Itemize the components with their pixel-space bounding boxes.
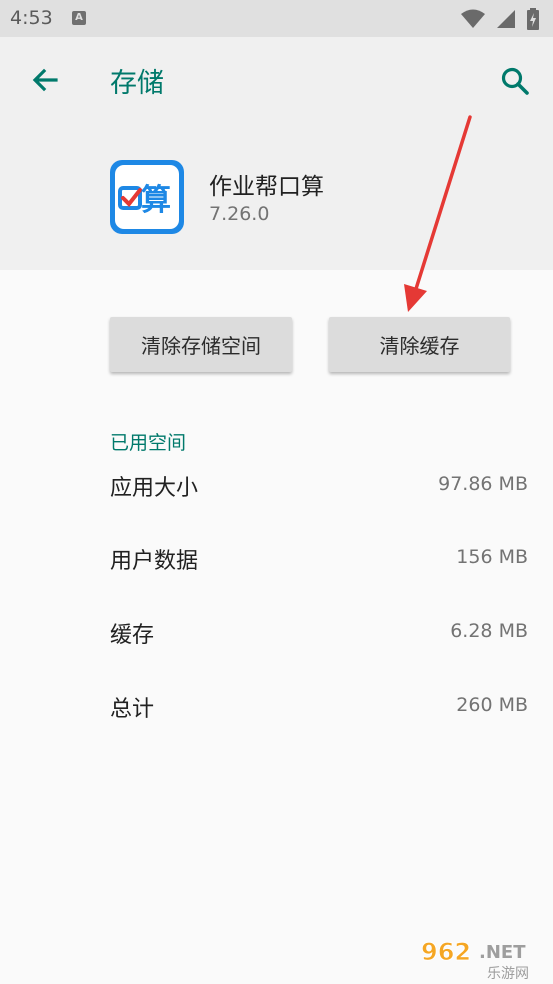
svg-text:.NET: .NET xyxy=(479,942,526,963)
app-header: 存储 算 作业帮口算 7.26.0 xyxy=(0,37,553,270)
row-label: 用户数据 xyxy=(110,549,199,574)
search-button[interactable] xyxy=(497,63,533,99)
row-value: 156 MB xyxy=(456,546,528,568)
notification-badge-icon: A xyxy=(72,11,86,25)
storage-row-cache: 缓存 6.28 MB xyxy=(110,617,528,657)
svg-text:962: 962 xyxy=(421,938,471,966)
row-label: 缓存 xyxy=(110,623,155,648)
status-time: 4:53 xyxy=(10,7,53,29)
row-label: 应用大小 xyxy=(110,476,199,501)
status-icons xyxy=(455,8,539,30)
app-icon: 算 xyxy=(110,160,184,234)
app-logo-icon: 算 xyxy=(118,183,171,218)
row-value: 260 MB xyxy=(456,694,528,716)
svg-text:乐游网: 乐游网 xyxy=(487,966,529,980)
storage-row-total: 总计 260 MB xyxy=(110,691,528,731)
app-name: 作业帮口算 xyxy=(209,174,324,200)
signal-icon xyxy=(496,10,515,28)
search-icon xyxy=(501,67,529,95)
status-bar: 4:53 A xyxy=(0,0,553,37)
row-value: 6.28 MB xyxy=(450,620,528,642)
page-title: 存储 xyxy=(110,68,164,99)
battery-charging-icon xyxy=(527,8,539,30)
clear-cache-button[interactable]: 清除缓存 xyxy=(329,317,510,372)
wifi-icon xyxy=(460,9,485,28)
back-button[interactable] xyxy=(26,63,62,99)
storage-row-user-data: 用户数据 156 MB xyxy=(110,543,528,583)
svg-text:算: 算 xyxy=(141,183,171,218)
section-title-used-space: 已用空间 xyxy=(110,432,187,454)
watermark-icon: 962 .NET 乐游网 xyxy=(421,938,529,982)
row-label: 总计 xyxy=(110,697,155,722)
arrow-left-icon xyxy=(32,68,58,92)
clear-storage-button[interactable]: 清除存储空间 xyxy=(110,317,292,372)
row-value: 97.86 MB xyxy=(438,473,528,495)
app-version: 7.26.0 xyxy=(209,203,270,225)
watermark-logo: 962 .NET 乐游网 xyxy=(417,934,547,982)
storage-row-app-size: 应用大小 97.86 MB xyxy=(110,470,528,510)
